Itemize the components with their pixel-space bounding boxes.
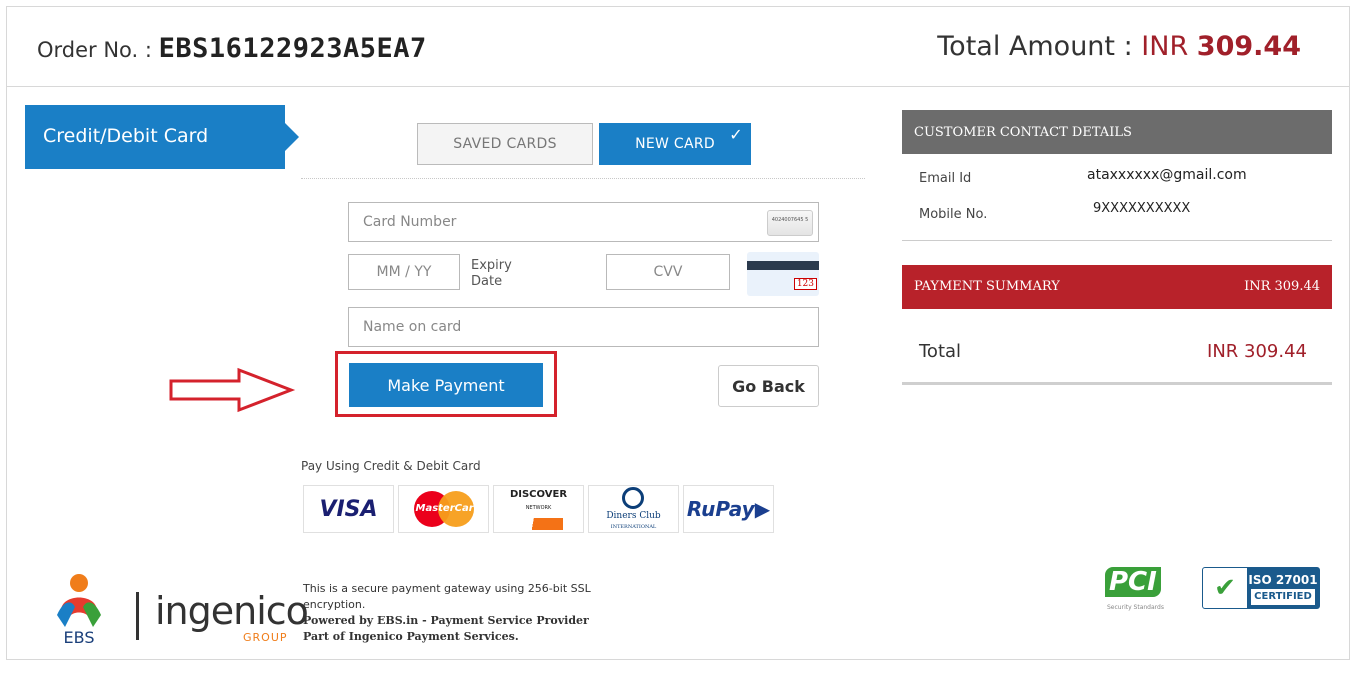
- discover-logo: DISCOVER NETWORK: [493, 485, 584, 533]
- check-icon: ✓: [729, 125, 743, 144]
- name-on-card-input[interactable]: [348, 307, 819, 347]
- go-back-button[interactable]: Go Back: [718, 365, 819, 407]
- total-amount-value: 309.44: [1196, 31, 1301, 62]
- total-currency: INR: [1141, 31, 1197, 62]
- card-number-input[interactable]: [348, 202, 819, 242]
- discover-mark: DISCOVER NETWORK: [510, 489, 567, 530]
- ingenico-logo: ingenico: [155, 589, 309, 633]
- summary-total-label: Total: [919, 341, 962, 362]
- contact-details-header: CUSTOMER CONTACT DETAILS: [902, 110, 1332, 154]
- make-payment-button[interactable]: Make Payment: [349, 363, 543, 407]
- card-brand-logos: VISA MasterCard DISCOVER NETWORK Diners C…: [303, 485, 774, 533]
- divider: [902, 382, 1332, 385]
- ebs-logo: EBS: [57, 574, 101, 645]
- payment-summary-header: PAYMENT SUMMARY INR 309.44: [902, 265, 1332, 309]
- logo-separator: [136, 592, 139, 640]
- card-icon-number: 4024007645 5: [771, 217, 809, 223]
- payment-summary-amount: INR 309.44: [1244, 279, 1320, 294]
- visa-logo: VISA: [303, 485, 394, 533]
- diners-mark: Diners Club INTERNATIONAL: [606, 486, 661, 532]
- pci-text: PCI: [1105, 567, 1161, 597]
- mobile-label: Mobile No.: [919, 207, 988, 222]
- order-label: Order No. :: [37, 38, 159, 62]
- tab-new-card[interactable]: NEW CARD ✓: [599, 123, 751, 165]
- discover-text: DISCOVER: [509, 488, 568, 500]
- card-stripe: [747, 261, 819, 270]
- tab-credit-debit-card[interactable]: Credit/Debit Card: [25, 105, 299, 169]
- mobile-value: 9XXXXXXXXXX: [1093, 201, 1191, 216]
- discover-bar: [513, 517, 564, 530]
- cvv-card-icon: 123: [747, 252, 819, 296]
- divider: [301, 178, 865, 179]
- email-label: Email Id: [919, 171, 972, 186]
- rupay-arrow-icon: ▶: [754, 497, 771, 521]
- divider: [902, 240, 1332, 241]
- header: Order No. : EBS16122923A5EA7 Total Amoun…: [7, 7, 1349, 87]
- mastercard-logo: MasterCard: [398, 485, 489, 533]
- check-icon: ✔: [1214, 573, 1236, 603]
- payment-summary-title: PAYMENT SUMMARY: [914, 279, 1060, 294]
- arrow-right-icon: [169, 367, 296, 413]
- order-number-value: EBS16122923A5EA7: [158, 33, 427, 64]
- mastercard-text: MasterCard: [415, 503, 481, 514]
- expiry-input[interactable]: [348, 254, 460, 290]
- visa-text: VISA: [319, 496, 378, 522]
- order-number: Order No. : EBS16122923A5EA7: [37, 33, 427, 64]
- discover-subtext: NETWORK: [525, 504, 552, 511]
- security-note-line1: This is a secure payment gateway using 2…: [303, 582, 591, 611]
- mastercard-icon: MasterCard: [413, 491, 481, 527]
- payment-page: Order No. : EBS16122923A5EA7 Total Amoun…: [6, 6, 1350, 660]
- email-value: ataxxxxxx@gmail.com: [1087, 167, 1247, 183]
- security-note-line2: Powered by EBS.in - Payment Service Prov…: [303, 614, 589, 627]
- cvv-input[interactable]: [606, 254, 730, 290]
- total-amount-label: Total Amount :: [937, 31, 1142, 62]
- tab-saved-cards[interactable]: SAVED CARDS: [417, 123, 593, 165]
- diners-club-logo: Diners Club INTERNATIONAL: [588, 485, 679, 533]
- tab-new-card-label: NEW CARD: [635, 136, 715, 152]
- pay-using-label: Pay Using Credit & Debit Card: [301, 459, 481, 473]
- total-amount: Total Amount : INR 309.44: [937, 31, 1301, 62]
- iso-badge: ✔ ISO 27001 CERTIFIED: [1202, 567, 1320, 609]
- summary-total-value: INR 309.44: [1207, 341, 1307, 362]
- ingenico-group-text: GROUP: [243, 631, 288, 644]
- iso-line2: CERTIFIED: [1251, 588, 1315, 605]
- diners-text: Diners Club: [606, 510, 661, 521]
- pci-logo: PCI Security Standards: [1105, 567, 1195, 611]
- rupay-logo: RuPay ▶: [683, 485, 774, 533]
- card-icon: 4024007645 5: [767, 210, 813, 236]
- iso-text: ISO 27001 CERTIFIED: [1247, 568, 1319, 608]
- tab-credit-debit-card-label: Credit/Debit Card: [43, 125, 209, 147]
- security-note-line3: Part of Ingenico Payment Services.: [303, 630, 519, 643]
- expiry-label: Expiry Date: [471, 258, 512, 289]
- security-note: This is a secure payment gateway using 2…: [303, 581, 643, 645]
- iso-line1: ISO 27001: [1248, 572, 1318, 587]
- cvv-sample: 123: [793, 278, 817, 290]
- diners-circle-icon: [622, 486, 645, 509]
- ebs-logo-text: EBS: [64, 628, 95, 645]
- rupay-text: RuPay: [686, 497, 755, 521]
- pci-subtext: Security Standards: [1107, 604, 1164, 611]
- diners-subtext: INTERNATIONAL: [610, 523, 657, 530]
- tab-saved-cards-label: SAVED CARDS: [453, 136, 557, 152]
